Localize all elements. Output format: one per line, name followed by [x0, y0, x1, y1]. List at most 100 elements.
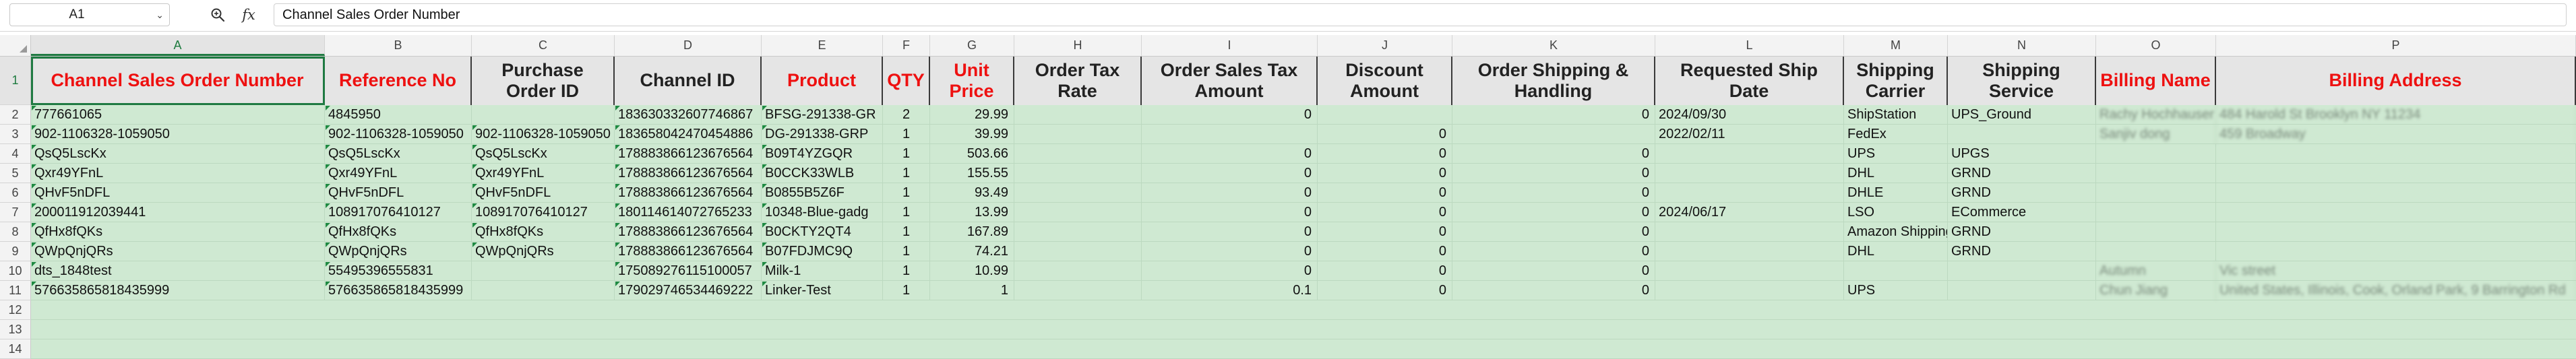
cell-e10[interactable]: Milk-1 — [762, 261, 883, 281]
cell-h10[interactable] — [1014, 261, 1142, 281]
cell-o10[interactable]: Autumn — [2096, 261, 2216, 281]
cell-c2[interactable] — [472, 105, 615, 125]
cell-b10[interactable]: 55495396555831 — [325, 261, 472, 281]
cell-k6[interactable]: 0 — [1452, 183, 1655, 203]
cell-f2[interactable]: 2 — [883, 105, 930, 125]
column-header-j[interactable]: J — [1318, 35, 1452, 56]
cell-j3[interactable]: 0 — [1318, 125, 1452, 144]
cell-p5[interactable] — [2216, 164, 2576, 183]
cell-m8[interactable]: Amazon Shipping — [1844, 222, 1948, 242]
cell-f5[interactable]: 1 — [883, 164, 930, 183]
cell-b2[interactable]: 4845950 — [325, 105, 472, 125]
formula-input[interactable]: Channel Sales Order Number — [274, 3, 2567, 26]
cell-d11[interactable]: 179029746534469222 — [615, 281, 762, 300]
header-cell-p[interactable]: Billing Address — [2216, 57, 2576, 105]
row-header-4[interactable]: 4 — [0, 144, 31, 164]
header-cell-d[interactable]: Channel ID — [615, 57, 762, 105]
cell-k3[interactable] — [1452, 125, 1655, 144]
cell-a3[interactable]: 902-1106328-1059050 — [31, 125, 325, 144]
cell-a9[interactable]: QWpQnjQRs — [31, 242, 325, 261]
cell-l5[interactable] — [1655, 164, 1844, 183]
cell-a7[interactable]: 200011912039441 — [31, 203, 325, 222]
cell-k10[interactable]: 0 — [1452, 261, 1655, 281]
cell-j10[interactable]: 0 — [1318, 261, 1452, 281]
cell-j8[interactable]: 0 — [1318, 222, 1452, 242]
column-header-p[interactable]: P — [2216, 35, 2576, 56]
row-header-10[interactable]: 10 — [0, 261, 31, 281]
cell-g2[interactable]: 29.99 — [930, 105, 1014, 125]
cell-h2[interactable] — [1014, 105, 1142, 125]
column-header-e[interactable]: E — [762, 35, 883, 56]
column-header-i[interactable]: I — [1142, 35, 1318, 56]
cell-l6[interactable] — [1655, 183, 1844, 203]
cell-e4[interactable]: B09T4YZGQR — [762, 144, 883, 164]
row-header-9[interactable]: 9 — [0, 242, 31, 261]
cell-b6[interactable]: QHvF5nDFL — [325, 183, 472, 203]
cell-a8[interactable]: QfHx8fQKs — [31, 222, 325, 242]
cell-m6[interactable]: DHLE — [1844, 183, 1948, 203]
cell-h4[interactable] — [1014, 144, 1142, 164]
cell-i9[interactable]: 0 — [1142, 242, 1318, 261]
cell-n9[interactable]: GRND — [1948, 242, 2096, 261]
header-cell-m[interactable]: Shipping Carrier — [1844, 57, 1948, 105]
cell-p7[interactable] — [2216, 203, 2576, 222]
cell-l11[interactable] — [1655, 281, 1844, 300]
chevron-down-icon[interactable]: ⌄ — [156, 4, 164, 26]
cell-g4[interactable]: 503.66 — [930, 144, 1014, 164]
cell-k2[interactable]: 0 — [1452, 105, 1655, 125]
cell-o7[interactable] — [2096, 203, 2216, 222]
cell-g7[interactable]: 13.99 — [930, 203, 1014, 222]
cell-p4[interactable] — [2216, 144, 2576, 164]
cell-f9[interactable]: 1 — [883, 242, 930, 261]
cell-o5[interactable] — [2096, 164, 2216, 183]
cell-i7[interactable]: 0 — [1142, 203, 1318, 222]
cell-i8[interactable]: 0 — [1142, 222, 1318, 242]
cell-p2[interactable]: 484 Harold St Brooklyn NY 11234 — [2216, 105, 2576, 125]
column-header-g[interactable]: G — [930, 35, 1014, 56]
cell-c9[interactable]: QWpQnjQRs — [472, 242, 615, 261]
cell-o9[interactable] — [2096, 242, 2216, 261]
column-header-o[interactable]: O — [2096, 35, 2216, 56]
cell-j6[interactable]: 0 — [1318, 183, 1452, 203]
column-header-k[interactable]: K — [1452, 35, 1655, 56]
cell-k11[interactable]: 0 — [1452, 281, 1655, 300]
column-header-h[interactable]: H — [1014, 35, 1142, 56]
cell-m3[interactable]: FedEx — [1844, 125, 1948, 144]
cell-g5[interactable]: 155.55 — [930, 164, 1014, 183]
cell-i4[interactable]: 0 — [1142, 144, 1318, 164]
cell-j11[interactable]: 0 — [1318, 281, 1452, 300]
cell-g8[interactable]: 167.89 — [930, 222, 1014, 242]
cell-h9[interactable] — [1014, 242, 1142, 261]
cell-b7[interactable]: 108917076410127 — [325, 203, 472, 222]
cell-d10[interactable]: 175089276115100057 — [615, 261, 762, 281]
cell-c3[interactable]: 902-1106328-1059050 — [472, 125, 615, 144]
cell-k7[interactable]: 0 — [1452, 203, 1655, 222]
row-header-6[interactable]: 6 — [0, 183, 31, 203]
header-cell-e[interactable]: Product — [762, 57, 883, 105]
cell-h11[interactable] — [1014, 281, 1142, 300]
row-header-5[interactable]: 5 — [0, 164, 31, 183]
cell-c11[interactable] — [472, 281, 615, 300]
cell-l8[interactable] — [1655, 222, 1844, 242]
cell-p9[interactable] — [2216, 242, 2576, 261]
select-all-corner[interactable] — [0, 35, 31, 56]
cell-f4[interactable]: 1 — [883, 144, 930, 164]
name-box[interactable]: A1 ⌄ — [9, 3, 170, 26]
zoom-search-icon[interactable] — [206, 3, 229, 26]
cell-h8[interactable] — [1014, 222, 1142, 242]
cell-g9[interactable]: 74.21 — [930, 242, 1014, 261]
cell-n11[interactable] — [1948, 281, 2096, 300]
cell-l9[interactable] — [1655, 242, 1844, 261]
cell-e7[interactable]: 10348-Blue-gadg — [762, 203, 883, 222]
cell-j7[interactable]: 0 — [1318, 203, 1452, 222]
cell-o4[interactable] — [2096, 144, 2216, 164]
cell-f6[interactable]: 1 — [883, 183, 930, 203]
cell-c4[interactable]: QsQ5LscKx — [472, 144, 615, 164]
cell-g3[interactable]: 39.99 — [930, 125, 1014, 144]
cell-l7[interactable]: 2024/06/17 — [1655, 203, 1844, 222]
cell-a6[interactable]: QHvF5nDFL — [31, 183, 325, 203]
header-cell-h[interactable]: Order Tax Rate — [1014, 57, 1142, 105]
column-header-b[interactable]: B — [325, 35, 472, 56]
column-header-d[interactable]: D — [615, 35, 762, 56]
header-cell-g[interactable]: Unit Price — [930, 57, 1014, 105]
